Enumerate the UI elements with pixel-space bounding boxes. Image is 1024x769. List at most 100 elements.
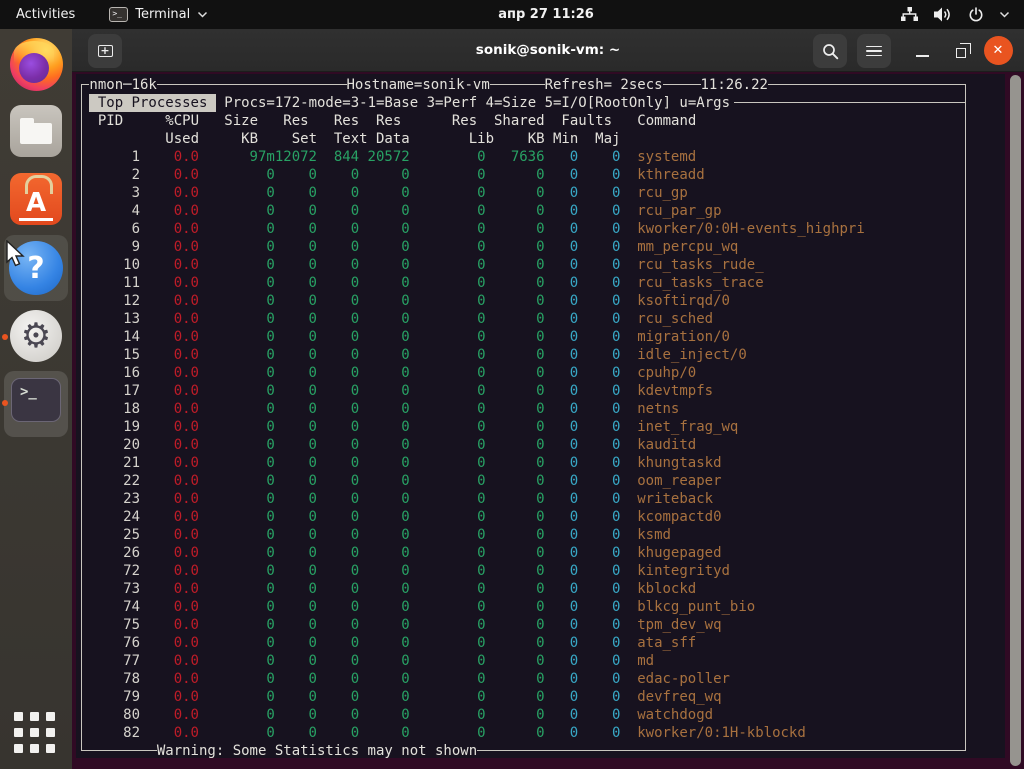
process-cell: 0 <box>317 616 359 634</box>
process-cell: idle_inject/0 <box>620 346 746 364</box>
dock-item-ubuntu-software[interactable]: A <box>0 173 72 225</box>
process-cell: 0.0 <box>140 508 199 526</box>
process-cell: 0 <box>486 436 545 454</box>
nmon-time: 11:26.22 <box>701 76 768 94</box>
dock-item-terminal[interactable]: >_ <box>0 378 72 422</box>
process-cell: kworker/0:1H-kblockd <box>620 724 805 742</box>
process-cell: 13 <box>81 310 140 328</box>
process-cell: 0 <box>545 292 579 310</box>
process-cell: 0 <box>199 346 275 364</box>
clock-button[interactable]: апр 27 11:26 <box>498 7 594 22</box>
process-cell: 0 <box>486 670 545 688</box>
process-cell: inet_frag_wq <box>620 418 738 436</box>
app-menu-button[interactable]: >_ Terminal <box>109 7 208 22</box>
process-cell: 73 <box>81 580 140 598</box>
activities-button[interactable]: Activities <box>0 0 91 29</box>
process-cell: 0 <box>578 652 620 670</box>
process-cell: 0 <box>486 706 545 724</box>
process-cell: 0 <box>275 310 317 328</box>
process-cell: 0 <box>199 256 275 274</box>
process-cell: 0 <box>410 292 486 310</box>
process-cell: 0 <box>578 166 620 184</box>
terminal-screen[interactable]: nmon─16k Hostname=sonik-vm Refresh= 2sec… <box>72 72 1024 769</box>
column-header-row-2: Used KB Set Text Data Lib KB Min Maj <box>81 130 1005 148</box>
process-cell: 0 <box>317 418 359 436</box>
system-tray[interactable] <box>900 0 1016 29</box>
process-cell: 0 <box>275 436 317 454</box>
process-cell: 0 <box>545 382 579 400</box>
process-cell: edac-poller <box>620 670 730 688</box>
process-cell: 0 <box>410 562 486 580</box>
close-button[interactable]: ✕ <box>981 33 1015 67</box>
minimize-button[interactable] <box>905 34 939 68</box>
process-cell: 0 <box>486 310 545 328</box>
process-cell: 0.0 <box>140 436 199 454</box>
new-tab-button[interactable]: + <box>88 34 122 68</box>
nmon-section-label: Top Processes <box>89 94 215 112</box>
process-cell: 0 <box>486 382 545 400</box>
process-cell: 0 <box>359 274 410 292</box>
process-cell: 0 <box>275 292 317 310</box>
process-cell: 0 <box>545 274 579 292</box>
process-cell: 0 <box>578 580 620 598</box>
close-icon: ✕ <box>984 36 1013 65</box>
process-cell: 0 <box>317 688 359 706</box>
process-cell: 0 <box>359 256 410 274</box>
process-cell: 0 <box>317 364 359 382</box>
process-cell: 26 <box>81 544 140 562</box>
process-cell: 0 <box>410 670 486 688</box>
process-cell: 0 <box>578 724 620 742</box>
process-cell: 0 <box>317 724 359 742</box>
process-cell: tpm_dev_wq <box>620 616 721 634</box>
process-table-body: 10.097m12072844205720763600systemd20.000… <box>81 148 1005 742</box>
process-cell: 0 <box>199 328 275 346</box>
process-cell: 0 <box>486 346 545 364</box>
process-cell: 0 <box>359 508 410 526</box>
dock-item-settings[interactable]: ⚙ <box>0 310 72 362</box>
process-cell: kauditd <box>620 436 696 454</box>
process-cell: 0 <box>545 706 579 724</box>
process-cell: 0 <box>486 274 545 292</box>
dock-item-files[interactable] <box>0 105 72 157</box>
process-cell: 0 <box>410 184 486 202</box>
process-cell: 0 <box>317 544 359 562</box>
process-cell: 18 <box>81 400 140 418</box>
new-tab-icon: + <box>98 45 113 57</box>
process-cell: 0 <box>578 220 620 238</box>
scrollbar-thumb[interactable] <box>1010 75 1021 766</box>
process-cell: 0 <box>410 382 486 400</box>
process-cell: systemd <box>620 148 696 166</box>
process-cell: 82 <box>81 724 140 742</box>
process-cell: 0 <box>545 508 579 526</box>
process-cell: 0 <box>410 454 486 472</box>
process-cell: 0 <box>486 220 545 238</box>
process-cell: 0 <box>410 544 486 562</box>
process-cell: 0 <box>486 166 545 184</box>
process-cell: 0 <box>199 634 275 652</box>
maximize-button[interactable] <box>945 34 979 68</box>
mouse-cursor <box>5 240 29 268</box>
scrollbar[interactable] <box>1005 72 1024 769</box>
process-cell: 0 <box>275 166 317 184</box>
column-header-row-1: PID %CPU Size Res Res Res Res Shared Fau… <box>81 112 1005 130</box>
process-cell: 0 <box>275 184 317 202</box>
process-cell: 4 <box>81 202 140 220</box>
process-row: 30.000000000rcu_gp <box>81 184 1005 202</box>
terminal-app-icon: >_ <box>11 378 61 422</box>
process-cell: 0 <box>545 580 579 598</box>
process-cell: 0 <box>275 724 317 742</box>
process-cell: 0 <box>578 382 620 400</box>
search-button[interactable] <box>813 34 847 68</box>
process-cell: 0 <box>578 148 620 166</box>
process-cell: 19 <box>81 418 140 436</box>
process-cell: 0 <box>410 508 486 526</box>
dock-item-app-grid[interactable] <box>0 712 72 756</box>
dock-item-firefox[interactable] <box>0 38 72 91</box>
process-cell: 0 <box>578 256 620 274</box>
process-cell: 0 <box>359 202 410 220</box>
menu-button[interactable] <box>857 34 891 68</box>
gear-glyph: ⚙ <box>21 316 51 356</box>
process-cell: 0 <box>578 634 620 652</box>
process-cell: 78 <box>81 670 140 688</box>
process-cell: 0 <box>275 490 317 508</box>
